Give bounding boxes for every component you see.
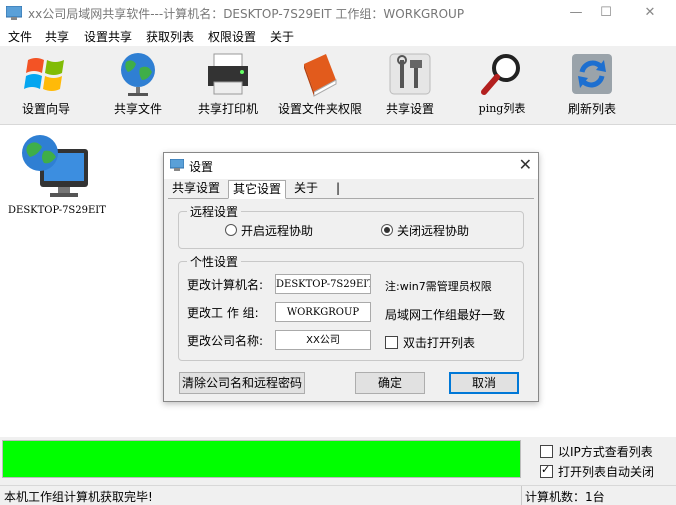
disable-remote-label: 关闭远程协助 xyxy=(397,224,470,238)
magnifier-icon xyxy=(481,54,520,95)
auto-close-checkbox[interactable]: 打开列表自动关闭 xyxy=(540,463,654,480)
enable-remote-radio[interactable]: 开启远程协助 xyxy=(225,222,313,239)
status-separator xyxy=(521,486,522,505)
ip-view-label: 以IP方式查看列表 xyxy=(558,445,653,459)
status-message: 本机工作组计算机获取完毕! xyxy=(4,490,153,504)
workgroup-label: 更改工 作 组: xyxy=(187,306,259,320)
share-settings-label: 共享设置 xyxy=(385,102,434,116)
app-icon xyxy=(6,6,22,20)
share-settings-button[interactable]: 共享设置 xyxy=(384,46,436,124)
computer-name-note: 注:win7需管理员权限 xyxy=(385,280,492,293)
title-bar: xx公司局域网共享软件---计算机名：DESKTOP-7S29EIT 工作组：W… xyxy=(0,0,676,26)
tab-share-settings[interactable]: 共享设置 xyxy=(168,180,224,197)
wizard-label: 设置向导 xyxy=(21,102,70,116)
dialog-title: 设置 xyxy=(189,160,214,174)
dialog-app-icon xyxy=(170,159,184,171)
ping-list-button[interactable]: ping列表 xyxy=(476,46,528,124)
company-name-label: 更改公司名称: xyxy=(187,334,264,348)
menu-permissions[interactable]: 权限设置 xyxy=(208,28,256,45)
menu-get-list[interactable]: 获取列表 xyxy=(146,28,194,45)
refresh-list-label: 刷新列表 xyxy=(567,102,616,116)
workgroup-note: 局域网工作组最好一致 xyxy=(385,308,506,322)
remote-settings-group: 远程设置 开启远程协助 关闭远程协助 xyxy=(178,203,524,249)
auto-close-checkbox-box xyxy=(540,463,553,478)
ping-list-label: ping列表 xyxy=(478,102,526,115)
tab-other-settings[interactable]: 其它设置 xyxy=(228,180,287,199)
progress-fill xyxy=(3,441,520,477)
dialog-title-bar: 设置 ✕ xyxy=(164,153,538,179)
tab-about[interactable]: 关于 xyxy=(290,180,322,197)
double-click-checkbox[interactable]: 双击打开列表 xyxy=(385,334,475,351)
share-files-label: 共享文件 xyxy=(113,102,162,116)
ip-view-checkbox[interactable]: 以IP方式查看列表 xyxy=(540,443,653,460)
window-title: xx公司局域网共享软件---计算机名：DESKTOP-7S29EIT 工作组：W… xyxy=(28,7,465,21)
menu-about[interactable]: 关于 xyxy=(270,28,294,45)
settings-dialog: 设置 ✕ 共享设置 其它设置 关于 | 远程设置 开启远程协助 关闭远程协助 个… xyxy=(163,152,539,402)
menu-set-share[interactable]: 设置共享 xyxy=(84,28,132,45)
share-printer-label: 共享打印机 xyxy=(197,102,258,116)
clear-company-password-button[interactable]: 清除公司名和远程密码 xyxy=(179,372,305,394)
dialog-close-button[interactable]: ✕ xyxy=(519,155,532,174)
computer-name-label: 更改计算机名: xyxy=(187,278,264,292)
folder-permissions-button[interactable]: 设置文件夹权限 xyxy=(278,46,362,124)
refresh-icon xyxy=(572,54,612,94)
ip-view-checkbox-box xyxy=(540,445,553,458)
wizard-button[interactable]: 设置向导 xyxy=(20,46,72,124)
toolbar: 设置向导 共享文件 共享打印机 设置文件夹权限 共享设置 ping列表 刷新列表 xyxy=(0,46,676,125)
enable-remote-radio-indicator xyxy=(225,224,237,236)
computer-name-field[interactable]: DESKTOP-7S29EIT xyxy=(275,274,371,294)
status-bar: 本机工作组计算机获取完毕! 计算机数：1台 xyxy=(0,485,676,505)
personal-settings-group: 个性设置 更改计算机名: DESKTOP-7S29EIT 注:win7需管理员权… xyxy=(178,253,524,361)
printer-icon xyxy=(208,53,248,95)
workgroup-field[interactable]: WORKGROUP xyxy=(275,302,371,322)
ok-button[interactable]: 确定 xyxy=(355,372,425,394)
tab-separator: | xyxy=(336,181,341,195)
menu-share[interactable]: 共享 xyxy=(45,28,69,45)
disable-remote-radio[interactable]: 关闭远程协助 xyxy=(381,222,469,239)
double-click-checkbox-box xyxy=(385,336,398,349)
enable-remote-label: 开启远程协助 xyxy=(241,224,314,238)
close-button[interactable]: ✕ xyxy=(630,0,670,26)
dialog-tabs: 共享设置 其它设置 关于 | xyxy=(168,180,534,199)
computer-name: DESKTOP-7S29EIT xyxy=(8,205,106,216)
computer-globe-icon xyxy=(22,135,88,197)
company-name-field[interactable]: XX公司 xyxy=(275,330,371,350)
windows-logo-icon xyxy=(24,58,64,91)
tools-icon xyxy=(389,53,431,95)
share-files-button[interactable]: 共享文件 xyxy=(112,46,164,124)
menu-file[interactable]: 文件 xyxy=(8,28,32,45)
auto-close-label: 打开列表自动关闭 xyxy=(558,465,655,479)
book-icon xyxy=(304,54,337,97)
menu-bar: 文件 共享 设置共享 获取列表 权限设置 关于 xyxy=(0,26,676,46)
double-click-label: 双击打开列表 xyxy=(403,336,476,350)
computer-count: 计算机数：1台 xyxy=(525,490,605,504)
share-printer-button[interactable]: 共享打印机 xyxy=(198,46,258,124)
globe-icon xyxy=(121,53,155,96)
refresh-list-button[interactable]: 刷新列表 xyxy=(566,46,618,124)
remote-group-title: 远程设置 xyxy=(187,203,242,220)
folder-permissions-label: 设置文件夹权限 xyxy=(277,102,362,116)
computer-item[interactable]: DESKTOP-7S29EIT xyxy=(8,131,118,221)
maximize-button[interactable]: ☐ xyxy=(586,0,626,26)
cancel-button[interactable]: 取消 xyxy=(449,372,519,394)
personal-group-title: 个性设置 xyxy=(187,253,242,270)
disable-remote-radio-indicator xyxy=(381,224,393,236)
progress-bar xyxy=(2,440,521,478)
